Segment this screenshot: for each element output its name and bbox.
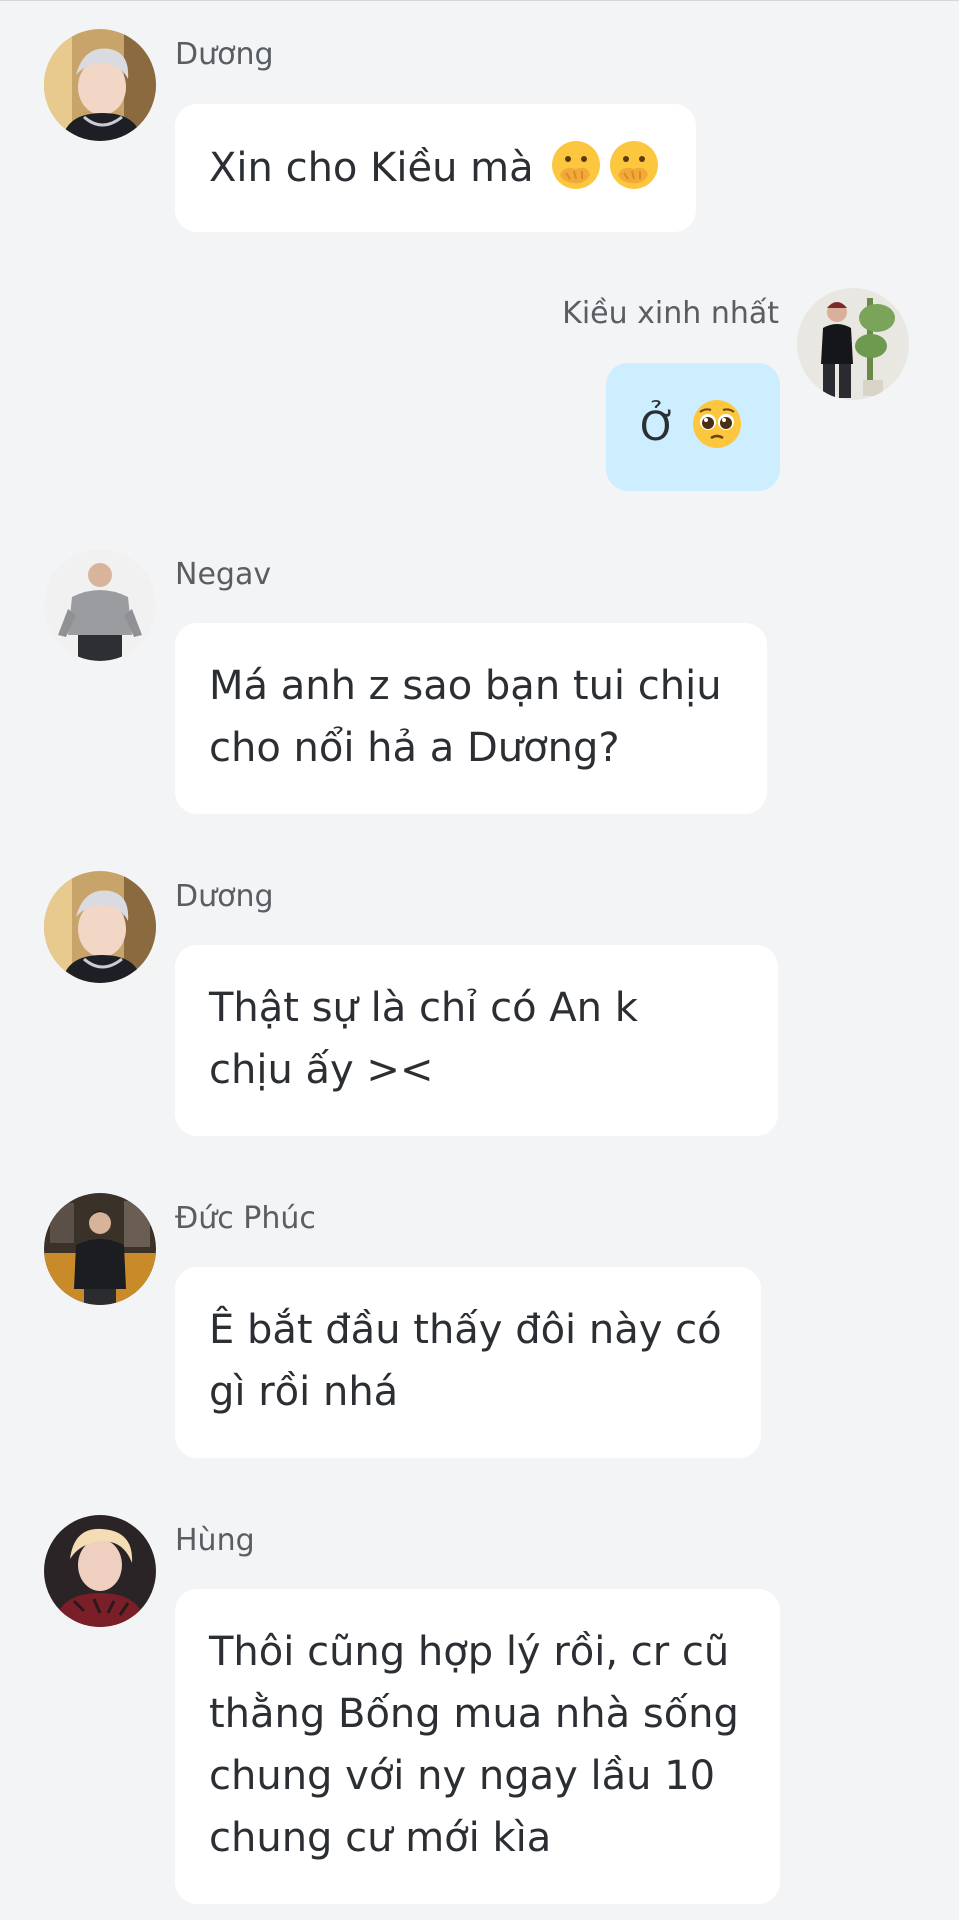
silver-hair-man-avatar[interactable] (44, 871, 156, 983)
sender-name: Kiều xinh nhất (562, 296, 779, 331)
message-text-line: gì rồi nhá (209, 1369, 399, 1415)
message-text-line: chịu ấy >< (209, 1047, 434, 1093)
hand-over-mouth-emoji (608, 139, 660, 191)
silver-hair-man-avatar[interactable] (44, 29, 156, 141)
sender-name: Dương (175, 37, 274, 72)
message-bubble[interactable]: Ở (606, 363, 780, 491)
sender-name: Đức Phúc (175, 1201, 316, 1236)
sender-name: Negav (175, 557, 272, 592)
hand-over-mouth-emoji (550, 139, 602, 191)
message-bubble[interactable]: Ê bắt đầu thấy đôi này có gì rồi nhá (175, 1267, 761, 1458)
message-bubble[interactable]: Thật sự là chỉ có An k chịu ấy >< (175, 945, 778, 1136)
message-text-line: Thôi cũng hợp lý rồi, cr cũ (209, 1629, 730, 1675)
message-text-line: Ê bắt đầu thấy đôi này có (209, 1307, 722, 1353)
man-cafe-avatar[interactable] (44, 1193, 156, 1305)
man-black-outfit-avatar[interactable] (797, 288, 909, 400)
message-text-line: Thật sự là chỉ có An k (209, 985, 638, 1031)
message-text-line: Ở (640, 396, 746, 458)
message-text-line: chung cư mới kìa (209, 1815, 552, 1861)
message-text-line: Xin cho Kiều mà (209, 137, 662, 199)
message-bubble[interactable]: Má anh z sao bạn tui chịu cho nổi hả a D… (175, 623, 767, 814)
message-text-line: cho nổi hả a Dương? (209, 725, 620, 771)
man-grey-sweater-avatar[interactable] (44, 549, 156, 661)
message-bubble[interactable]: Xin cho Kiều mà (175, 104, 696, 232)
message-text-line: thằng Bống mua nhà sống (209, 1691, 739, 1737)
message-bubble[interactable]: Thôi cũng hợp lý rồi, cr cũ thằng Bống m… (175, 1589, 780, 1904)
pleading-face-emoji (691, 398, 743, 450)
message-text-line: chung với ny ngay lầu 10 (209, 1753, 716, 1799)
sender-name: Hùng (175, 1523, 255, 1558)
blonde-man-avatar[interactable] (44, 1515, 156, 1627)
sender-name: Dương (175, 879, 274, 914)
message-text-line: Má anh z sao bạn tui chịu (209, 663, 722, 709)
